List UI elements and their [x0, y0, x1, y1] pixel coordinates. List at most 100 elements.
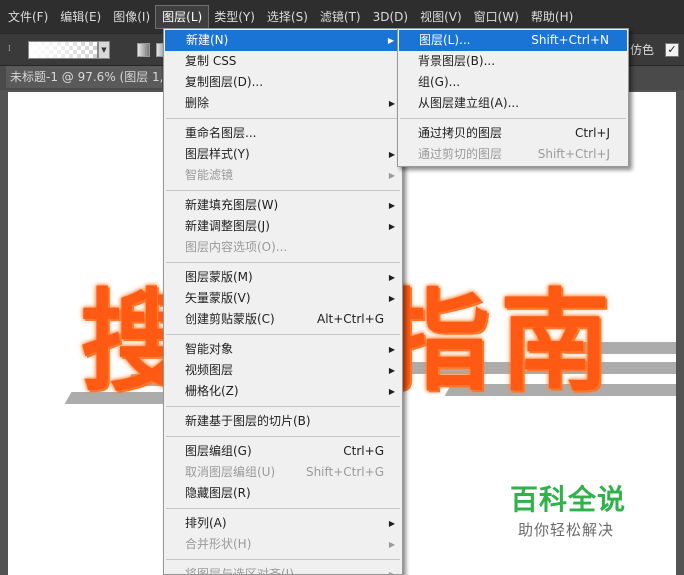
layer-menu-item-label: 隐藏图层(R): [185, 486, 251, 500]
layer-menu-item-label: 新建调整图层(J): [185, 219, 270, 233]
submenu-arrow-icon: ▶: [388, 273, 395, 282]
submenu-arrow-icon: ▶: [388, 540, 395, 549]
shortcut-label: Alt+Ctrl+G: [316, 312, 384, 326]
layer-menu-item[interactable]: 智能对象 ▶: [164, 339, 402, 360]
layer-menu-item[interactable]: 新建基于图层的切片(B): [164, 411, 402, 432]
menu-separator: [166, 559, 400, 560]
menu-separator: [166, 118, 400, 119]
layer-menu-item[interactable]: 矢量蒙版(V) ▶: [164, 288, 402, 309]
submenu-arrow-icon: ▶: [388, 201, 395, 210]
menubar-item-6[interactable]: 滤镜(T): [314, 6, 367, 28]
document-tab[interactable]: 未标题-1 @ 97.6% (图层 1, R: [6, 66, 162, 88]
layer-menu-item-label: 删除: [185, 96, 210, 110]
layer-menu-item[interactable]: 图层样式(Y) ▶: [164, 144, 402, 165]
shortcut-label: Shift+Ctrl+J: [537, 147, 610, 161]
layer-menu-item-label: 图层内容选项(O)...: [185, 240, 288, 254]
menu-separator: [166, 406, 400, 407]
new-submenu-item[interactable]: 图层(L)... Shift+Ctrl+N: [399, 30, 627, 51]
layer-menu-item[interactable]: 图层蒙版(M) ▶: [164, 267, 402, 288]
layer-menu-item-label: 合并形状(H): [185, 537, 252, 551]
shortcut-label: Shift+Ctrl+G: [305, 465, 384, 479]
menubar-item-2[interactable]: 图像(I): [107, 6, 156, 28]
gradient-picker[interactable]: [28, 41, 98, 59]
layer-menu-item[interactable]: 隐藏图层(R): [164, 483, 402, 504]
chevron-down-icon[interactable]: ▼: [98, 41, 110, 59]
layer-menu-item[interactable]: 新建(N) ▶: [165, 30, 401, 51]
layer-menu-item-label: 图层蒙版(M): [185, 270, 253, 284]
layer-menu-item-label: 复制图层(D)...: [185, 75, 264, 89]
layer-menu-item[interactable]: 删除 ▶: [164, 93, 402, 114]
layer-menu-item-label: 新建填充图层(W): [185, 198, 279, 212]
layer-menu-item-label: 智能滤镜: [185, 168, 234, 182]
layer-menu-item-label: 视频图层: [185, 363, 234, 377]
layer-menu-item[interactable]: 视频图层 ▶: [164, 360, 402, 381]
new-submenu-item-label: 背景图层(B)...: [418, 54, 496, 68]
layer-menu-item-label: 排列(A): [185, 516, 227, 530]
submenu-arrow-icon: ▶: [388, 345, 395, 354]
layer-menu-item[interactable]: 栅格化(Z) ▶: [164, 381, 402, 402]
layer-menu-item: 取消图层编组(U) Shift+Ctrl+G: [164, 462, 402, 483]
dither-checkbox[interactable]: ✓: [665, 43, 679, 57]
menubar-item-1[interactable]: 编辑(E): [54, 6, 107, 28]
new-submenu: 图层(L)... Shift+Ctrl+N 背景图层(B)... 组(G)... 从图层…: [397, 28, 629, 167]
submenu-arrow-icon: ▶: [388, 150, 395, 159]
menubar-item-10[interactable]: 帮助(H): [525, 6, 579, 28]
new-submenu-item[interactable]: 背景图层(B)...: [398, 51, 628, 72]
layer-menu-item[interactable]: 新建填充图层(W) ▶: [164, 195, 402, 216]
menubar-item-3[interactable]: 图层(L): [155, 4, 210, 29]
layer-menu-item-label: 创建剪贴蒙版(C): [185, 312, 275, 326]
submenu-arrow-icon: ▶: [387, 36, 394, 45]
layer-menu-item[interactable]: 复制 CSS: [164, 51, 402, 72]
submenu-arrow-icon: ▶: [388, 222, 395, 231]
new-submenu-item[interactable]: 从图层建立组(A)...: [398, 93, 628, 114]
layer-menu-item: 图层内容选项(O)...: [164, 237, 402, 258]
layer-menu: 新建(N) ▶ 复制 CSS 复制图层(D)... 删除 ▶ 重命名图层... 图层样式(Y)…: [163, 28, 403, 575]
layer-menu-item[interactable]: 复制图层(D)...: [164, 72, 402, 93]
layer-menu-item: 将图层与选区对齐(I) ▶: [164, 564, 402, 575]
new-submenu-item[interactable]: 组(G)...: [398, 72, 628, 93]
layer-menu-item-label: 栅格化(Z): [185, 384, 239, 398]
layer-menu-item-label: 取消图层编组(U): [185, 465, 276, 479]
new-submenu-item-label: 从图层建立组(A)...: [418, 96, 520, 110]
menubar-item-9[interactable]: 窗口(W): [468, 6, 525, 28]
menu-separator: [400, 118, 626, 119]
gripper-icon[interactable]: ⁞: [8, 42, 16, 56]
submenu-arrow-icon: ▶: [388, 171, 395, 180]
layer-menu-item-label: 矢量蒙版(V): [185, 291, 251, 305]
layer-menu-item[interactable]: 创建剪贴蒙版(C) Alt+Ctrl+G: [164, 309, 402, 330]
new-submenu-item-label: 通过拷贝的图层: [418, 126, 503, 140]
watermark-title: 百科全说: [510, 483, 627, 516]
layer-menu-item-label: 智能对象: [185, 342, 234, 356]
menubar-item-8[interactable]: 视图(V): [414, 6, 468, 28]
layer-menu-item-label: 重命名图层...: [185, 126, 257, 140]
new-submenu-item[interactable]: 通过拷贝的图层 Ctrl+J: [398, 123, 628, 144]
submenu-arrow-icon: ▶: [388, 387, 395, 396]
submenu-arrow-icon: ▶: [388, 294, 395, 303]
layer-menu-item-label: 图层编组(G): [185, 444, 252, 458]
new-submenu-item-label: 图层(L)...: [419, 33, 471, 47]
layer-menu-item-label: 将图层与选区对齐(I): [185, 567, 294, 575]
layer-menu-item: 合并形状(H) ▶: [164, 534, 402, 555]
dither-label: 仿色: [630, 43, 655, 57]
layer-menu-item-label: 复制 CSS: [185, 54, 237, 68]
layer-menu-item[interactable]: 图层编组(G) Ctrl+G: [164, 441, 402, 462]
menubar-item-4[interactable]: 类型(Y): [208, 6, 261, 28]
shortcut-label: Ctrl+J: [575, 126, 610, 140]
artwork-glyph: 南: [500, 278, 610, 406]
linear-gradient-button[interactable]: [137, 43, 150, 57]
layer-menu-item[interactable]: 重命名图层...: [164, 123, 402, 144]
menubar-item-5[interactable]: 选择(S): [261, 6, 314, 28]
new-submenu-item-label: 通过剪切的图层: [418, 147, 503, 161]
submenu-arrow-icon: ▶: [388, 570, 395, 575]
layer-menu-item[interactable]: 排列(A) ▶: [164, 513, 402, 534]
shortcut-label: Ctrl+G: [343, 444, 384, 458]
submenu-arrow-icon: ▶: [388, 366, 395, 375]
submenu-arrow-icon: ▶: [388, 99, 395, 108]
menubar-item-0[interactable]: 文件(F): [2, 6, 54, 28]
layer-menu-item[interactable]: 新建调整图层(J) ▶: [164, 216, 402, 237]
menubar-item-7[interactable]: 3D(D): [367, 6, 414, 28]
submenu-arrow-icon: ▶: [388, 519, 395, 528]
layer-menu-item-label: 新建基于图层的切片(B): [185, 414, 311, 428]
layer-menu-item-label: 新建(N): [186, 33, 229, 47]
shortcut-label: Shift+Ctrl+N: [531, 33, 609, 47]
